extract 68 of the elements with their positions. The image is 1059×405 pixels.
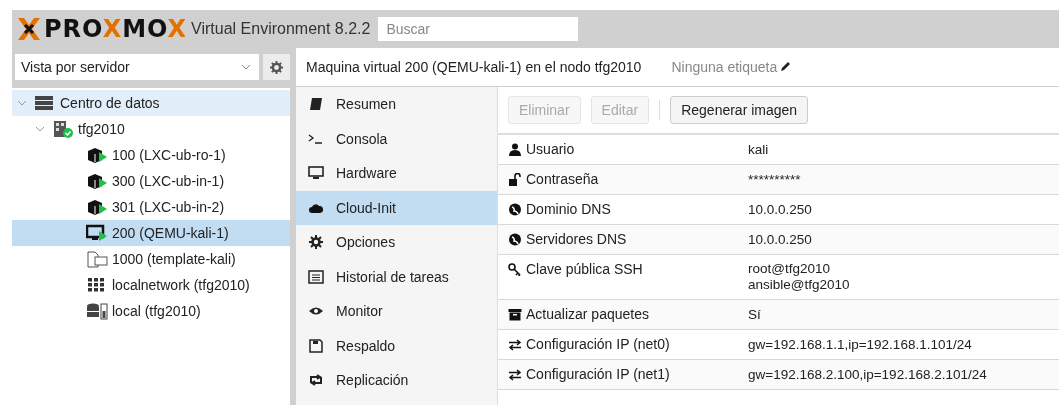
tree-item[interactable]: 301 (LXC-ub-in-2) bbox=[12, 194, 290, 220]
arrows-cycle-icon bbox=[308, 373, 324, 388]
property-value: ********** bbox=[748, 170, 801, 189]
nav-item[interactable]: Consola bbox=[296, 121, 497, 156]
tree-item[interactable]: local (tfg2010) bbox=[12, 298, 290, 324]
exchange-arrows-icon bbox=[508, 337, 522, 351]
tree-item[interactable]: localnetwork (tfg2010) bbox=[12, 272, 290, 298]
nav-item[interactable]: Opciones bbox=[296, 225, 497, 260]
property-name: Actualizar paquetes bbox=[526, 306, 649, 322]
product-version: Virtual Environment 8.2.2 bbox=[191, 20, 371, 38]
container-running-icon bbox=[86, 198, 108, 216]
container-running-icon bbox=[86, 172, 108, 190]
tree-item[interactable]: 200 (QEMU-kali-1) bbox=[12, 220, 290, 246]
nav-item[interactable]: Historial de tareas bbox=[296, 259, 497, 294]
property-value: Sí bbox=[748, 305, 761, 324]
nav-item[interactable]: Replicación bbox=[296, 363, 497, 398]
property-name: Clave pública SSH bbox=[526, 261, 643, 277]
tree-item[interactable]: 100 (LXC-ub-ro-1) bbox=[12, 142, 290, 168]
property-name: Contraseña bbox=[526, 171, 599, 187]
nav-item[interactable]: Monitor bbox=[296, 294, 497, 329]
property-value: 10.0.0.250 bbox=[748, 230, 812, 249]
unlock-icon bbox=[508, 172, 522, 186]
logo-text: PROXMOX bbox=[44, 15, 188, 43]
nav-item[interactable]: Respaldo bbox=[296, 328, 497, 363]
search-field[interactable]: Buscar bbox=[378, 17, 579, 41]
property-value: gw=192.168.2.100,ip=192.168.2.101/24 bbox=[748, 365, 987, 384]
view-select[interactable]: Vista por servidor bbox=[15, 54, 259, 80]
exchange-arrows-icon bbox=[508, 367, 522, 381]
template-icon bbox=[86, 250, 108, 268]
property-name: Configuración IP (net1) bbox=[526, 366, 670, 382]
property-name: Configuración IP (net0) bbox=[526, 336, 670, 352]
logo-icon bbox=[16, 16, 42, 42]
nav-item[interactable]: Cloud-Init bbox=[296, 190, 497, 225]
pencil-icon bbox=[779, 61, 792, 73]
key-icon bbox=[508, 262, 522, 276]
globe-icon bbox=[508, 232, 522, 246]
chevron-down-icon bbox=[241, 64, 251, 70]
property-name: Servidores DNS bbox=[526, 231, 627, 247]
toolbar-button[interactable]: Regenerar imagen bbox=[670, 96, 809, 124]
database-icon bbox=[86, 302, 108, 320]
server-check-icon bbox=[52, 120, 74, 138]
user-icon bbox=[508, 142, 522, 156]
container-running-icon bbox=[86, 146, 108, 164]
property-value: gw=192.168.1.1,ip=192.168.1.101/24 bbox=[748, 335, 972, 354]
monitor-icon bbox=[308, 166, 324, 181]
settings-button[interactable] bbox=[263, 54, 290, 80]
archive-icon bbox=[508, 307, 522, 321]
gear-icon bbox=[308, 235, 324, 250]
list-icon bbox=[308, 269, 324, 284]
tree-item[interactable]: tfg2010 bbox=[12, 116, 290, 142]
property-name: Dominio DNS bbox=[526, 201, 611, 217]
tree-item[interactable]: 1000 (template-kali) bbox=[12, 246, 290, 272]
nav-item[interactable]: Resumen bbox=[296, 87, 497, 122]
nav-item[interactable]: Hardware bbox=[296, 156, 497, 191]
tree-item[interactable]: 300 (LXC-ub-in-1) bbox=[12, 168, 290, 194]
book-icon bbox=[308, 97, 324, 112]
settings-icon bbox=[270, 60, 283, 74]
monitor-running-icon bbox=[86, 224, 108, 242]
server-rack-icon bbox=[34, 94, 56, 112]
globe-icon bbox=[508, 202, 522, 216]
tree-item[interactable]: Centro de datos bbox=[12, 90, 290, 116]
property-value: root@tfg2010 ansible@tfg2010 bbox=[748, 260, 850, 294]
tags-link[interactable]: Ninguna etiqueta bbox=[671, 59, 792, 75]
property-value: 10.0.0.250 bbox=[748, 200, 812, 219]
property-name: Usuario bbox=[526, 141, 575, 157]
property-value: kali bbox=[748, 140, 769, 159]
floppy-icon bbox=[308, 338, 324, 353]
page-title: Maquina virtual 200 (QEMU-kali-1) en el nodo tfg2010 bbox=[306, 59, 642, 75]
